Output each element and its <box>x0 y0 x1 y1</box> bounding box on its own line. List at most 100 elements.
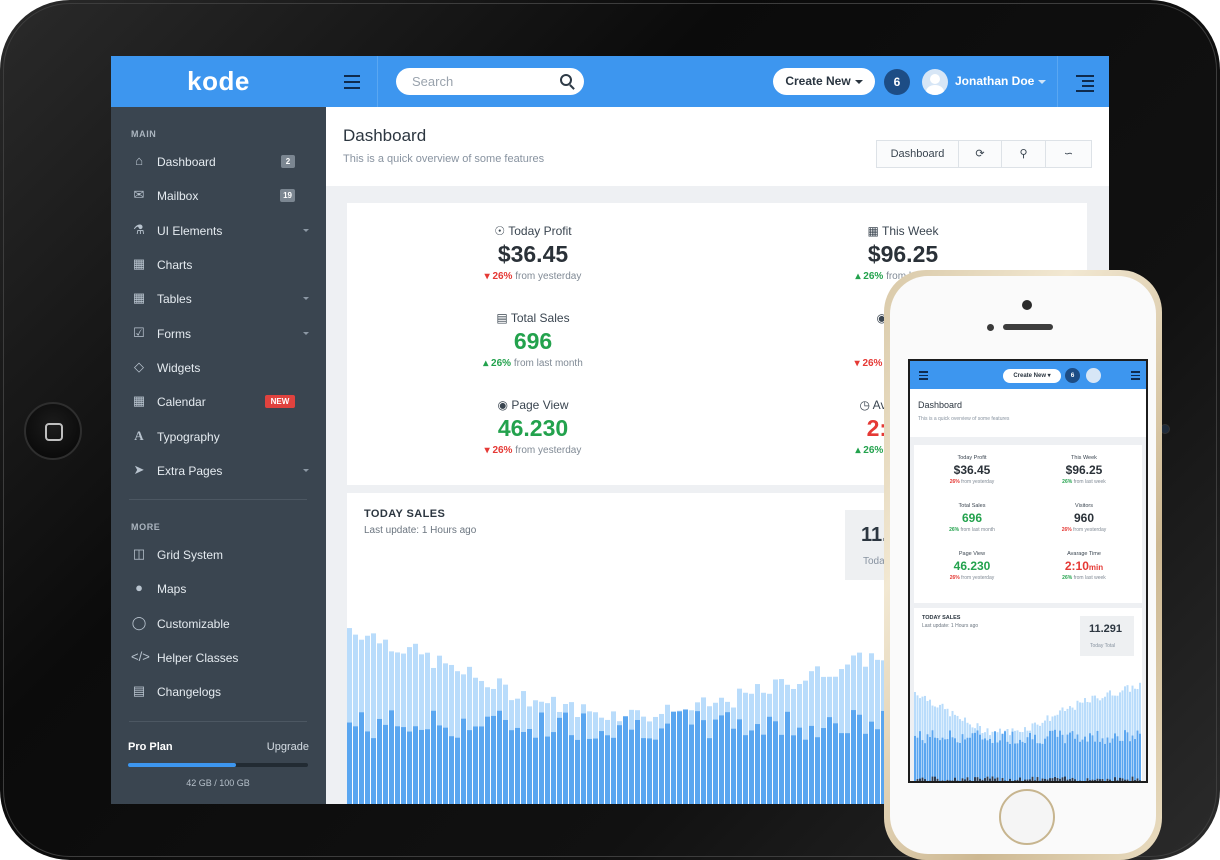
bar-mid <box>731 728 736 804</box>
bar-mid <box>986 740 989 781</box>
stat-label: Avarage Time <box>1067 551 1101 557</box>
bar-base <box>929 780 931 781</box>
map-pin-icon: ● <box>135 580 143 595</box>
bar-base <box>1099 779 1101 781</box>
line-chart-icon[interactable]: ∽ <box>1046 141 1091 167</box>
sidebar-divider <box>129 499 307 500</box>
list-icon <box>1131 371 1140 373</box>
bar-mid <box>707 738 712 804</box>
bar-base <box>1121 778 1124 781</box>
search-icon[interactable] <box>560 74 572 86</box>
bar-mid <box>1114 733 1116 781</box>
mobile-today-total-value: 11.291 <box>1089 623 1123 635</box>
sidebar-item-widgets[interactable]: ◇ Widgets <box>131 359 309 379</box>
bar-base <box>1119 777 1121 781</box>
bar-mid <box>1026 737 1029 781</box>
bar-base <box>1139 780 1141 781</box>
list-icon-line <box>1082 80 1094 82</box>
bar-base <box>1061 777 1064 781</box>
bar-base <box>981 779 984 781</box>
bar-mid <box>725 712 730 804</box>
bar-base <box>914 781 916 783</box>
bar-base <box>1009 778 1011 781</box>
sidebar-item-charts[interactable]: ▦ Charts <box>131 256 309 276</box>
bar-mid <box>941 737 944 781</box>
avatar[interactable] <box>922 69 948 95</box>
bar-mid <box>563 712 568 804</box>
hamburger-icon <box>344 75 360 77</box>
bar-mid <box>1044 738 1046 781</box>
bar-base <box>1031 776 1034 781</box>
bar-mid <box>611 737 616 804</box>
create-new-button[interactable]: Create New <box>773 68 875 95</box>
bar-mid <box>956 742 959 781</box>
stat-change: 26% <box>863 445 884 456</box>
bar-mid <box>924 743 926 781</box>
bar-base <box>1112 782 1114 783</box>
bar-base <box>1131 776 1134 781</box>
app-logo[interactable]: kode <box>111 56 326 107</box>
bar-base <box>1044 778 1046 781</box>
bar-mid <box>996 742 999 781</box>
sidebar-item-changelogs[interactable]: ▤ Changelogs <box>131 683 309 703</box>
sidebar-item-grid-system[interactable]: ◫ Grid System <box>131 546 309 566</box>
home-icon: ⌂ <box>135 153 143 168</box>
sidebar-item-helper-classes[interactable]: </> Helper Classes <box>131 649 309 669</box>
hamburger-line <box>344 87 360 89</box>
notification-badge[interactable]: 6 <box>884 69 910 95</box>
calendar-icon: ▦ <box>867 224 882 238</box>
bar-mid <box>449 736 454 804</box>
menu-toggle-button[interactable] <box>326 56 378 107</box>
mobile-notification-badge[interactable]: 6 <box>1065 368 1080 383</box>
list-icon-line <box>1131 378 1140 380</box>
bar-mid <box>1131 735 1134 781</box>
bar-mid <box>946 739 949 781</box>
bar-mid <box>994 731 996 781</box>
bar-mid <box>979 734 981 781</box>
bar-mid <box>875 729 880 804</box>
bar-mid <box>916 737 919 781</box>
search-input[interactable]: Search <box>396 68 584 95</box>
sidebar-item-tables[interactable]: ▦ Tables <box>131 290 309 310</box>
bar-mid <box>665 723 670 804</box>
bar-mid <box>1014 743 1016 781</box>
sidebar-item-ui-elements[interactable]: ⚗ UI Elements <box>131 222 309 242</box>
mobile-avatar[interactable] <box>1086 368 1101 383</box>
bar-base <box>1074 779 1076 781</box>
bar-mid <box>974 732 976 781</box>
bar-mid <box>1116 736 1119 781</box>
sidebar-item-calendar[interactable]: ▦ Calendar NEW <box>131 393 309 413</box>
sidebar-item-dashboard[interactable]: ⌂ Dashboard 2 <box>131 153 309 173</box>
caret-down-icon <box>1038 79 1047 84</box>
sidebar-item-forms[interactable]: ☑ Forms <box>131 325 309 345</box>
user-menu[interactable]: Jonathan Doe <box>955 74 1047 88</box>
sidebar-item-customizable[interactable]: ◯ Customizable <box>131 615 309 635</box>
stat-label: Visitors <box>1075 503 1093 509</box>
phone-screen: Create New ▾ 6 Dashboard This is a quick… <box>908 359 1148 783</box>
checkbox-icon: ☑ <box>133 325 145 340</box>
upgrade-link[interactable]: Upgrade <box>267 741 309 753</box>
stat-change-text: from yesterday <box>961 479 995 485</box>
bar-base <box>931 776 934 781</box>
sidebar-item-maps[interactable]: ● Maps <box>131 580 309 600</box>
toolbar-dashboard-button[interactable]: Dashboard <box>877 141 959 167</box>
new-badge: NEW <box>265 395 295 408</box>
sidebar-item-extra-pages[interactable]: ➤ Extra Pages <box>131 462 309 482</box>
bar-mid <box>1124 730 1126 781</box>
sidebar-item-typography[interactable]: A Typography <box>131 428 309 448</box>
sidebar-item-label: Widgets <box>157 361 201 375</box>
bar-mid <box>936 738 939 781</box>
bar-mid <box>1099 741 1101 781</box>
bar-mid <box>1059 730 1061 781</box>
sidebar-item-mailbox[interactable]: ✉ Mailbox 19 <box>131 187 309 207</box>
bar-mid <box>755 724 760 804</box>
search-icon[interactable]: ⚲ <box>1002 141 1046 167</box>
right-panel-button[interactable] <box>1057 56 1109 107</box>
bar-mid <box>575 739 580 804</box>
mobile-sales-bar-chart <box>914 682 1141 783</box>
refresh-icon[interactable]: ⟳ <box>959 141 1002 167</box>
bar-mid <box>689 724 694 804</box>
list-icon <box>1076 75 1094 77</box>
mobile-create-new-button[interactable]: Create New ▾ <box>1003 369 1061 383</box>
bar-mid <box>353 726 358 804</box>
